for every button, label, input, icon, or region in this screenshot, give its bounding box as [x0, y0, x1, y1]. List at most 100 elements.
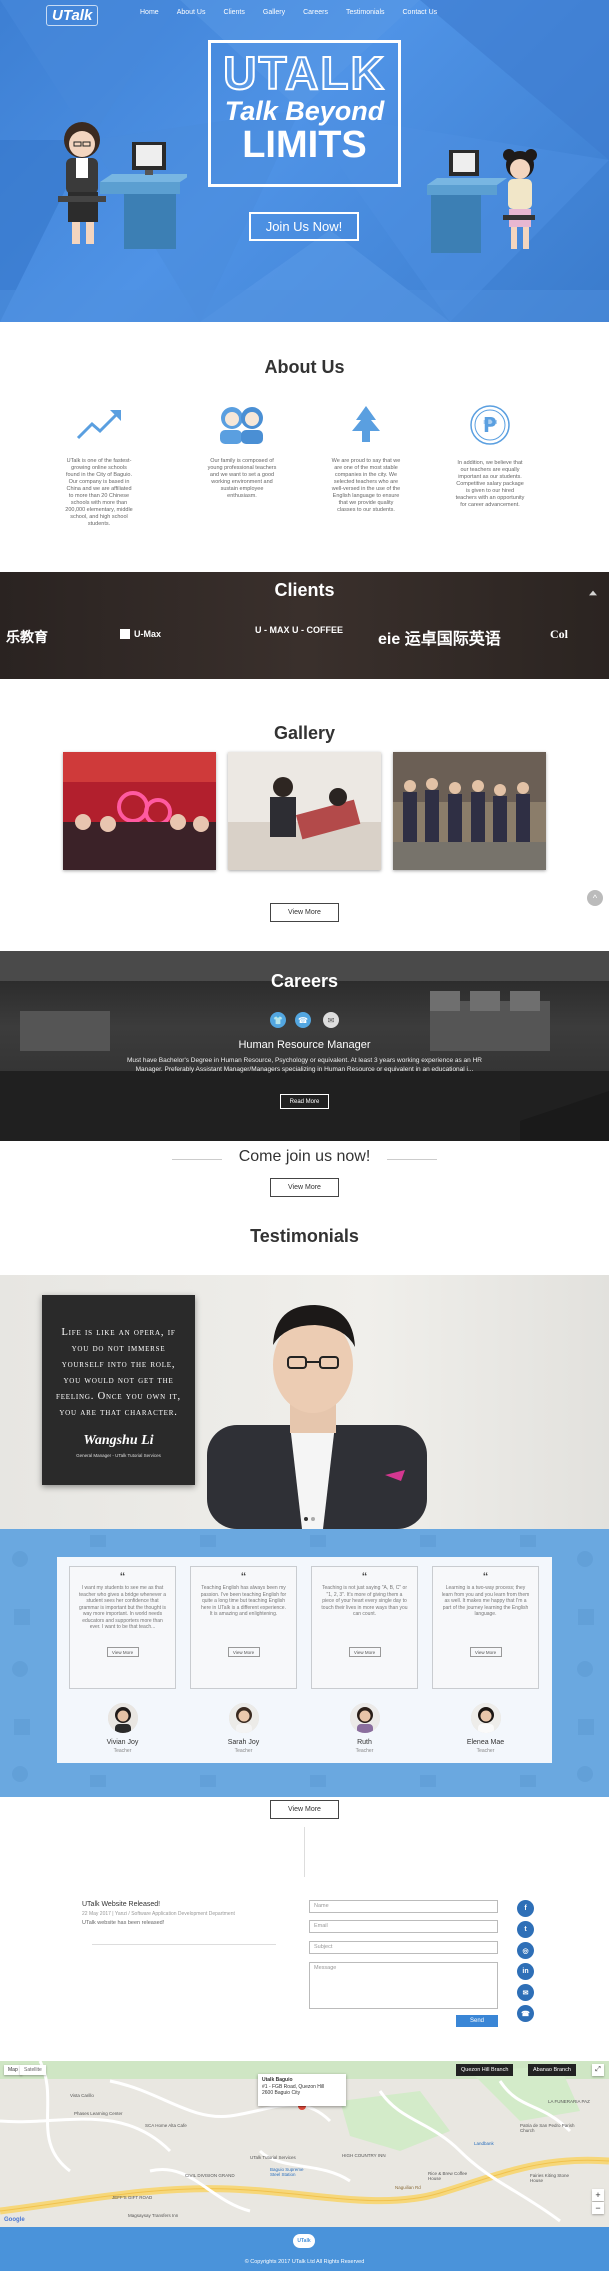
- fullscreen-icon[interactable]: ⤢: [592, 2064, 604, 2076]
- map-label: Baguio Supreme Steel Station: [270, 2167, 304, 2177]
- client-logo-umax: U-Max: [120, 629, 161, 639]
- about-section: About Us UTalk is one of the fastest-gro…: [0, 322, 609, 572]
- footer-logo[interactable]: UTalk: [293, 2234, 315, 2248]
- pine-tree-icon: [352, 406, 380, 442]
- quezon-hill-branch-button[interactable]: Quezon Hill Branch: [456, 2064, 514, 2076]
- client-logo-col: Col: [550, 627, 568, 641]
- map-section[interactable]: Map Satellite Quezon Hill Branch Abanao …: [0, 2061, 609, 2227]
- avatar-elenea-mae: [471, 1703, 501, 1733]
- facebook-icon[interactable]: f: [517, 1900, 534, 1917]
- subject-field[interactable]: Subject: [309, 1941, 498, 1954]
- name-field[interactable]: Name: [309, 1900, 498, 1913]
- join-us-button[interactable]: Join Us Now!: [249, 212, 359, 241]
- careers-shirt-icon[interactable]: 👕: [270, 1012, 286, 1028]
- testimonial-text: Teaching English has always been my pass…: [200, 1585, 287, 1617]
- clients-section: Clients 乐教育 U-Max U - MAX U - COFFEE eie…: [0, 572, 609, 679]
- testimonial-role: Teacher: [355, 1748, 374, 1754]
- news-title[interactable]: UTalk Website Released!: [82, 1901, 160, 1908]
- gallery-image-group[interactable]: [393, 752, 546, 870]
- site-logo[interactable]: UTalk: [46, 5, 99, 26]
- about-col-peso: ₱ In addition, we believe that our teach…: [455, 404, 525, 509]
- testimonial-role: Teacher: [234, 1748, 253, 1754]
- vertical-divider: [304, 1827, 305, 1877]
- testimonials-panel: “ I want my students to see me as that t…: [57, 1557, 552, 1763]
- map-label: Magsaysay Transfers Inn: [128, 2213, 179, 2218]
- email-field[interactable]: Email: [309, 1920, 498, 1933]
- testimonial-view-more-button[interactable]: View More: [469, 1647, 502, 1657]
- quote-text: Life is like an opera, if you do not imm…: [56, 1327, 181, 1418]
- scroll-top-icon[interactable]: ^: [587, 890, 603, 906]
- quote-signature: Wangshu Li: [83, 1433, 154, 1448]
- careers-read-more-button[interactable]: Read More: [280, 1094, 329, 1109]
- quote-mark-icon: “: [240, 1571, 247, 1583]
- client-logo-eie: eie 运卓国际英语: [378, 631, 501, 648]
- hero-title-box: UTALK Talk Beyond LIMITS: [208, 40, 401, 187]
- carousel-dot-active[interactable]: [304, 1517, 308, 1521]
- news-divider: [92, 1944, 276, 1945]
- map-label: HIGH COUNTRY INN: [342, 2153, 386, 2158]
- zoom-in-icon[interactable]: +: [592, 2189, 604, 2201]
- map-label: Landbank: [474, 2141, 494, 2146]
- nav-contact-us[interactable]: Contact Us: [403, 9, 438, 16]
- testimonials-view-more-button[interactable]: View More: [270, 1800, 339, 1819]
- email-icon[interactable]: ✉: [517, 1984, 534, 2001]
- zoom-out-icon[interactable]: −: [592, 2202, 604, 2214]
- phone-icon[interactable]: ☎: [517, 2005, 534, 2022]
- map-label: Vista Carillo: [70, 2093, 94, 2098]
- linkedin-icon[interactable]: in: [517, 1963, 534, 1980]
- teacher-illustration: [58, 122, 187, 249]
- join-section: Come join us now! View More: [0, 1141, 609, 1226]
- careers-chat-icon[interactable]: ✉: [323, 1012, 339, 1028]
- map-tab-satellite[interactable]: Satellite: [20, 2065, 46, 2075]
- message-field[interactable]: Message: [309, 1962, 498, 2009]
- footer: UTalk © Copyrights 2017 UTalk Ltd All Ri…: [0, 2227, 609, 2271]
- testimonial-name: Sarah Joy: [227, 1739, 260, 1746]
- map-label: Naguilian Rd: [395, 2185, 421, 2190]
- careers-phone-icon[interactable]: ☎: [295, 1012, 311, 1028]
- student-illustration: [427, 149, 537, 253]
- map-label: Fairies Kiting Stone House: [530, 2173, 570, 2183]
- carousel-dot[interactable]: [311, 1517, 315, 1521]
- about-text-1: UTalk is one of the fastest-growing onli…: [65, 458, 133, 527]
- twitter-icon[interactable]: t: [517, 1921, 534, 1938]
- nav-gallery[interactable]: Gallery: [263, 9, 285, 16]
- about-col-growth: UTalk is one of the fastest-growing onli…: [64, 404, 134, 528]
- quote-card: Life is like an opera, if you do not imm…: [42, 1295, 195, 1485]
- about-text-4: In addition, we believe that our teacher…: [455, 460, 525, 508]
- avatar-vivian-joy: [108, 1703, 138, 1733]
- nav-testimonials[interactable]: Testimonials: [346, 9, 385, 16]
- nav-about-us[interactable]: About Us: [177, 9, 206, 16]
- gallery-image-clinic[interactable]: [228, 752, 381, 870]
- about-text-2: Our family is composed of young professi…: [207, 458, 277, 499]
- testimonial-text: Learning is a two-way process; they lear…: [441, 1585, 530, 1617]
- hero-section: UTalk Home About Us Clients Gallery Care…: [0, 0, 609, 322]
- nav-home[interactable]: Home: [140, 9, 159, 16]
- contact-section: View More UTalk Website Released! 22 May…: [0, 1797, 609, 2061]
- nav-clients[interactable]: Clients: [223, 9, 244, 16]
- gallery-view-more-button[interactable]: View More: [270, 903, 339, 922]
- quote-mark-icon: “: [119, 1571, 126, 1583]
- hero-title-line3: LIMITS: [242, 124, 367, 166]
- testimonial-view-more-button[interactable]: View More: [227, 1647, 260, 1657]
- abanao-branch-button[interactable]: Abanao Branch: [528, 2064, 576, 2076]
- testimonial-view-more-button[interactable]: View More: [106, 1647, 139, 1657]
- client-logo-umax-coffee: U - MAX U - COFFEE: [255, 625, 343, 635]
- testimonial-view-more-button[interactable]: View More: [348, 1647, 381, 1657]
- careers-job-description: Must have Bachelor's Degree in Human Res…: [127, 1057, 482, 1073]
- quote-role: General Manager - UTalk Tutorial Service…: [76, 1453, 161, 1458]
- news-body: UTalk website has been released!: [82, 1920, 165, 1926]
- join-view-more-button[interactable]: View More: [270, 1178, 339, 1197]
- testimonial-role: Teacher: [476, 1748, 495, 1754]
- send-button[interactable]: Send: [456, 2015, 498, 2027]
- map-label: JEFF'S GIFT ROAD: [112, 2195, 153, 2200]
- news-meta: 22 May 2017 | Yanzi / Software Applicati…: [82, 1911, 235, 1917]
- about-text-3: We are proud to say that we are one of t…: [331, 458, 401, 513]
- hero-title-line1: UTALK: [222, 47, 386, 99]
- instagram-icon[interactable]: ◎: [517, 1942, 534, 1959]
- careers-job-title: Human Resource Manager: [238, 1039, 371, 1051]
- gallery-image-celebration[interactable]: [63, 752, 216, 870]
- careers-section: Careers 👕 ☎ ✉ Human Resource Manager Mus…: [0, 951, 609, 1141]
- testimonial-role: Teacher: [113, 1748, 132, 1754]
- nav-careers[interactable]: Careers: [303, 9, 328, 16]
- join-text: Come join us now!: [238, 1148, 371, 1165]
